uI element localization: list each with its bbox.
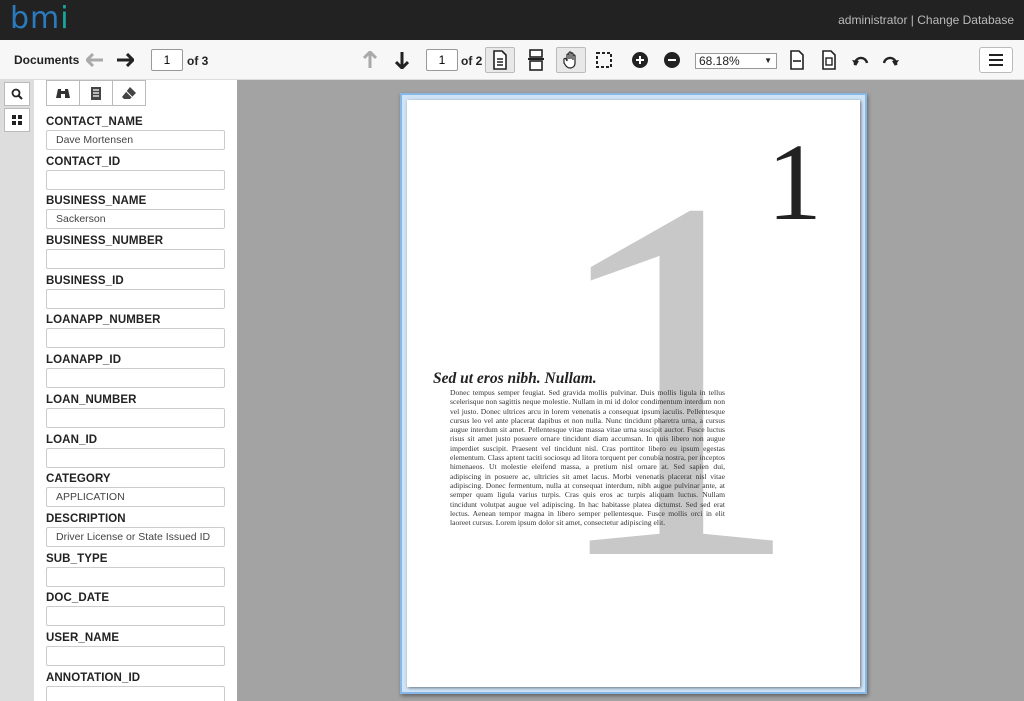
document-number-input[interactable]: 1 bbox=[151, 49, 183, 71]
field-input[interactable]: Dave Mortensen bbox=[46, 130, 225, 150]
field-row: DESCRIPTION Driver License or State Issue… bbox=[46, 511, 226, 551]
left-rail bbox=[0, 80, 34, 701]
field-list: CONTACT_NAME Dave Mortensen CONTACT_ID BUSI… bbox=[46, 114, 226, 701]
field-label: ANNOTATION_ID bbox=[46, 671, 141, 684]
panel-tabs bbox=[46, 80, 146, 106]
document-heading: Sed ut eros nibh. Nullam. bbox=[433, 370, 597, 387]
field-input[interactable] bbox=[46, 328, 225, 349]
field-input[interactable] bbox=[46, 169, 225, 190]
rotate-left-icon[interactable] bbox=[848, 48, 872, 72]
field-label: DOC_DATE bbox=[46, 592, 110, 605]
field-row: LOANAPP_NUMBER bbox=[46, 312, 226, 352]
username-link[interactable]: administrator bbox=[838, 13, 907, 27]
field-row: LOAN_NUMBER bbox=[46, 392, 226, 432]
field-input[interactable]: Driver License or State Issued ID bbox=[46, 526, 225, 547]
rotate-right-icon[interactable] bbox=[879, 48, 903, 72]
document-body-text: Donec tempus semper feugiat. Sed gravida… bbox=[450, 388, 725, 528]
field-label: USER_NAME bbox=[46, 631, 120, 644]
bmi-logo[interactable]: bmi bbox=[10, 3, 70, 35]
field-row: BUSINESS_ID bbox=[46, 273, 226, 313]
field-input[interactable] bbox=[46, 566, 225, 587]
field-label: CATEGORY bbox=[46, 473, 111, 486]
field-label: LOANAPP_ID bbox=[46, 354, 122, 367]
search-icon[interactable] bbox=[4, 82, 30, 106]
header-separator: | bbox=[907, 13, 918, 27]
field-input[interactable] bbox=[46, 288, 225, 309]
field-label: BUSINESS_ID bbox=[46, 274, 124, 287]
single-page-view-icon[interactable] bbox=[485, 47, 515, 73]
next-document-icon[interactable] bbox=[113, 48, 137, 72]
field-label: LOAN_NUMBER bbox=[46, 393, 137, 406]
index-fields-panel: CONTACT_NAME Dave Mortensen CONTACT_ID BUSI… bbox=[34, 80, 237, 701]
previous-document-icon[interactable] bbox=[83, 48, 107, 72]
document-page[interactable]: 1 1 Sed ut eros nibh. Nullam. Donec temp… bbox=[407, 100, 860, 687]
continuous-page-view-icon[interactable] bbox=[524, 48, 548, 72]
logo-text-i: i bbox=[60, 1, 70, 36]
fit-width-icon[interactable] bbox=[785, 48, 809, 72]
zoom-in-icon[interactable] bbox=[628, 48, 652, 72]
field-label: CONTACT_NAME bbox=[46, 116, 143, 128]
header-bar: bmi administrator | Change Database bbox=[0, 0, 1024, 40]
field-input[interactable] bbox=[46, 447, 225, 468]
user-links: administrator | Change Database bbox=[838, 13, 1014, 27]
field-input[interactable] bbox=[46, 368, 225, 389]
field-input[interactable] bbox=[46, 249, 225, 270]
document-viewer[interactable]: 1 1 Sed ut eros nibh. Nullam. Donec temp… bbox=[237, 80, 1024, 701]
previous-page-icon[interactable] bbox=[358, 48, 382, 72]
hamburger-menu-button[interactable] bbox=[979, 47, 1013, 73]
field-row: CONTACT_NAME Dave Mortensen bbox=[46, 114, 226, 154]
zoom-out-icon[interactable] bbox=[660, 48, 684, 72]
page-number-input[interactable]: 1 bbox=[426, 49, 458, 71]
page-number-mark: 1 bbox=[767, 121, 822, 243]
chevron-down-icon: ▼ bbox=[764, 56, 772, 65]
thumbnails-grid-icon[interactable] bbox=[4, 108, 30, 132]
page-frame: 1 1 Sed ut eros nibh. Nullam. Donec temp… bbox=[400, 93, 867, 694]
change-database-link[interactable]: Change Database bbox=[917, 13, 1014, 27]
field-label: BUSINESS_NAME bbox=[46, 195, 147, 208]
field-label: CONTACT_ID bbox=[46, 155, 121, 168]
marquee-select-icon[interactable] bbox=[592, 48, 616, 72]
field-label: LOANAPP_NUMBER bbox=[46, 314, 161, 327]
binoculars-icon[interactable] bbox=[46, 80, 80, 106]
zoom-select[interactable]: 68.18% ▼ bbox=[695, 53, 777, 69]
field-row: BUSINESS_NAME Sackerson bbox=[46, 193, 226, 233]
field-row: DOC_DATE bbox=[46, 590, 226, 630]
field-input[interactable]: APPLICATION bbox=[46, 487, 225, 508]
field-row: ANNOTATION_ID bbox=[46, 670, 226, 701]
page-count-label: of 2 bbox=[461, 54, 483, 68]
field-row: SUB_TYPE bbox=[46, 551, 226, 591]
list-document-icon[interactable] bbox=[79, 80, 113, 106]
eraser-icon[interactable] bbox=[112, 80, 146, 106]
field-input[interactable] bbox=[46, 645, 225, 666]
logo-text-bm: bm bbox=[10, 1, 61, 36]
field-label: LOAN_ID bbox=[46, 433, 98, 446]
field-input[interactable] bbox=[46, 407, 225, 428]
field-label: SUB_TYPE bbox=[46, 552, 108, 565]
field-input[interactable] bbox=[46, 606, 225, 627]
field-row: USER_NAME bbox=[46, 630, 226, 670]
field-row: LOAN_ID bbox=[46, 432, 226, 472]
field-label: BUSINESS_NUMBER bbox=[46, 235, 164, 248]
field-input[interactable]: Sackerson bbox=[46, 209, 225, 230]
next-page-icon[interactable] bbox=[390, 48, 414, 72]
field-input[interactable] bbox=[46, 685, 225, 701]
field-row: LOANAPP_ID bbox=[46, 352, 226, 392]
pan-tool-icon[interactable] bbox=[556, 47, 586, 73]
fit-page-icon[interactable] bbox=[817, 48, 841, 72]
hamburger-icon bbox=[989, 54, 1003, 66]
field-row: CONTACT_ID bbox=[46, 154, 226, 194]
zoom-value: 68.18% bbox=[699, 54, 740, 68]
documents-label: Documents bbox=[14, 53, 80, 67]
document-count-label: of 3 bbox=[187, 54, 209, 68]
field-label: DESCRIPTION bbox=[46, 512, 126, 525]
viewer-toolbar: Documents 1 of 3 1 of 2 68.18% ▼ bbox=[0, 40, 1024, 80]
field-row: CATEGORY APPLICATION bbox=[46, 471, 226, 511]
field-row: BUSINESS_NUMBER bbox=[46, 233, 226, 273]
